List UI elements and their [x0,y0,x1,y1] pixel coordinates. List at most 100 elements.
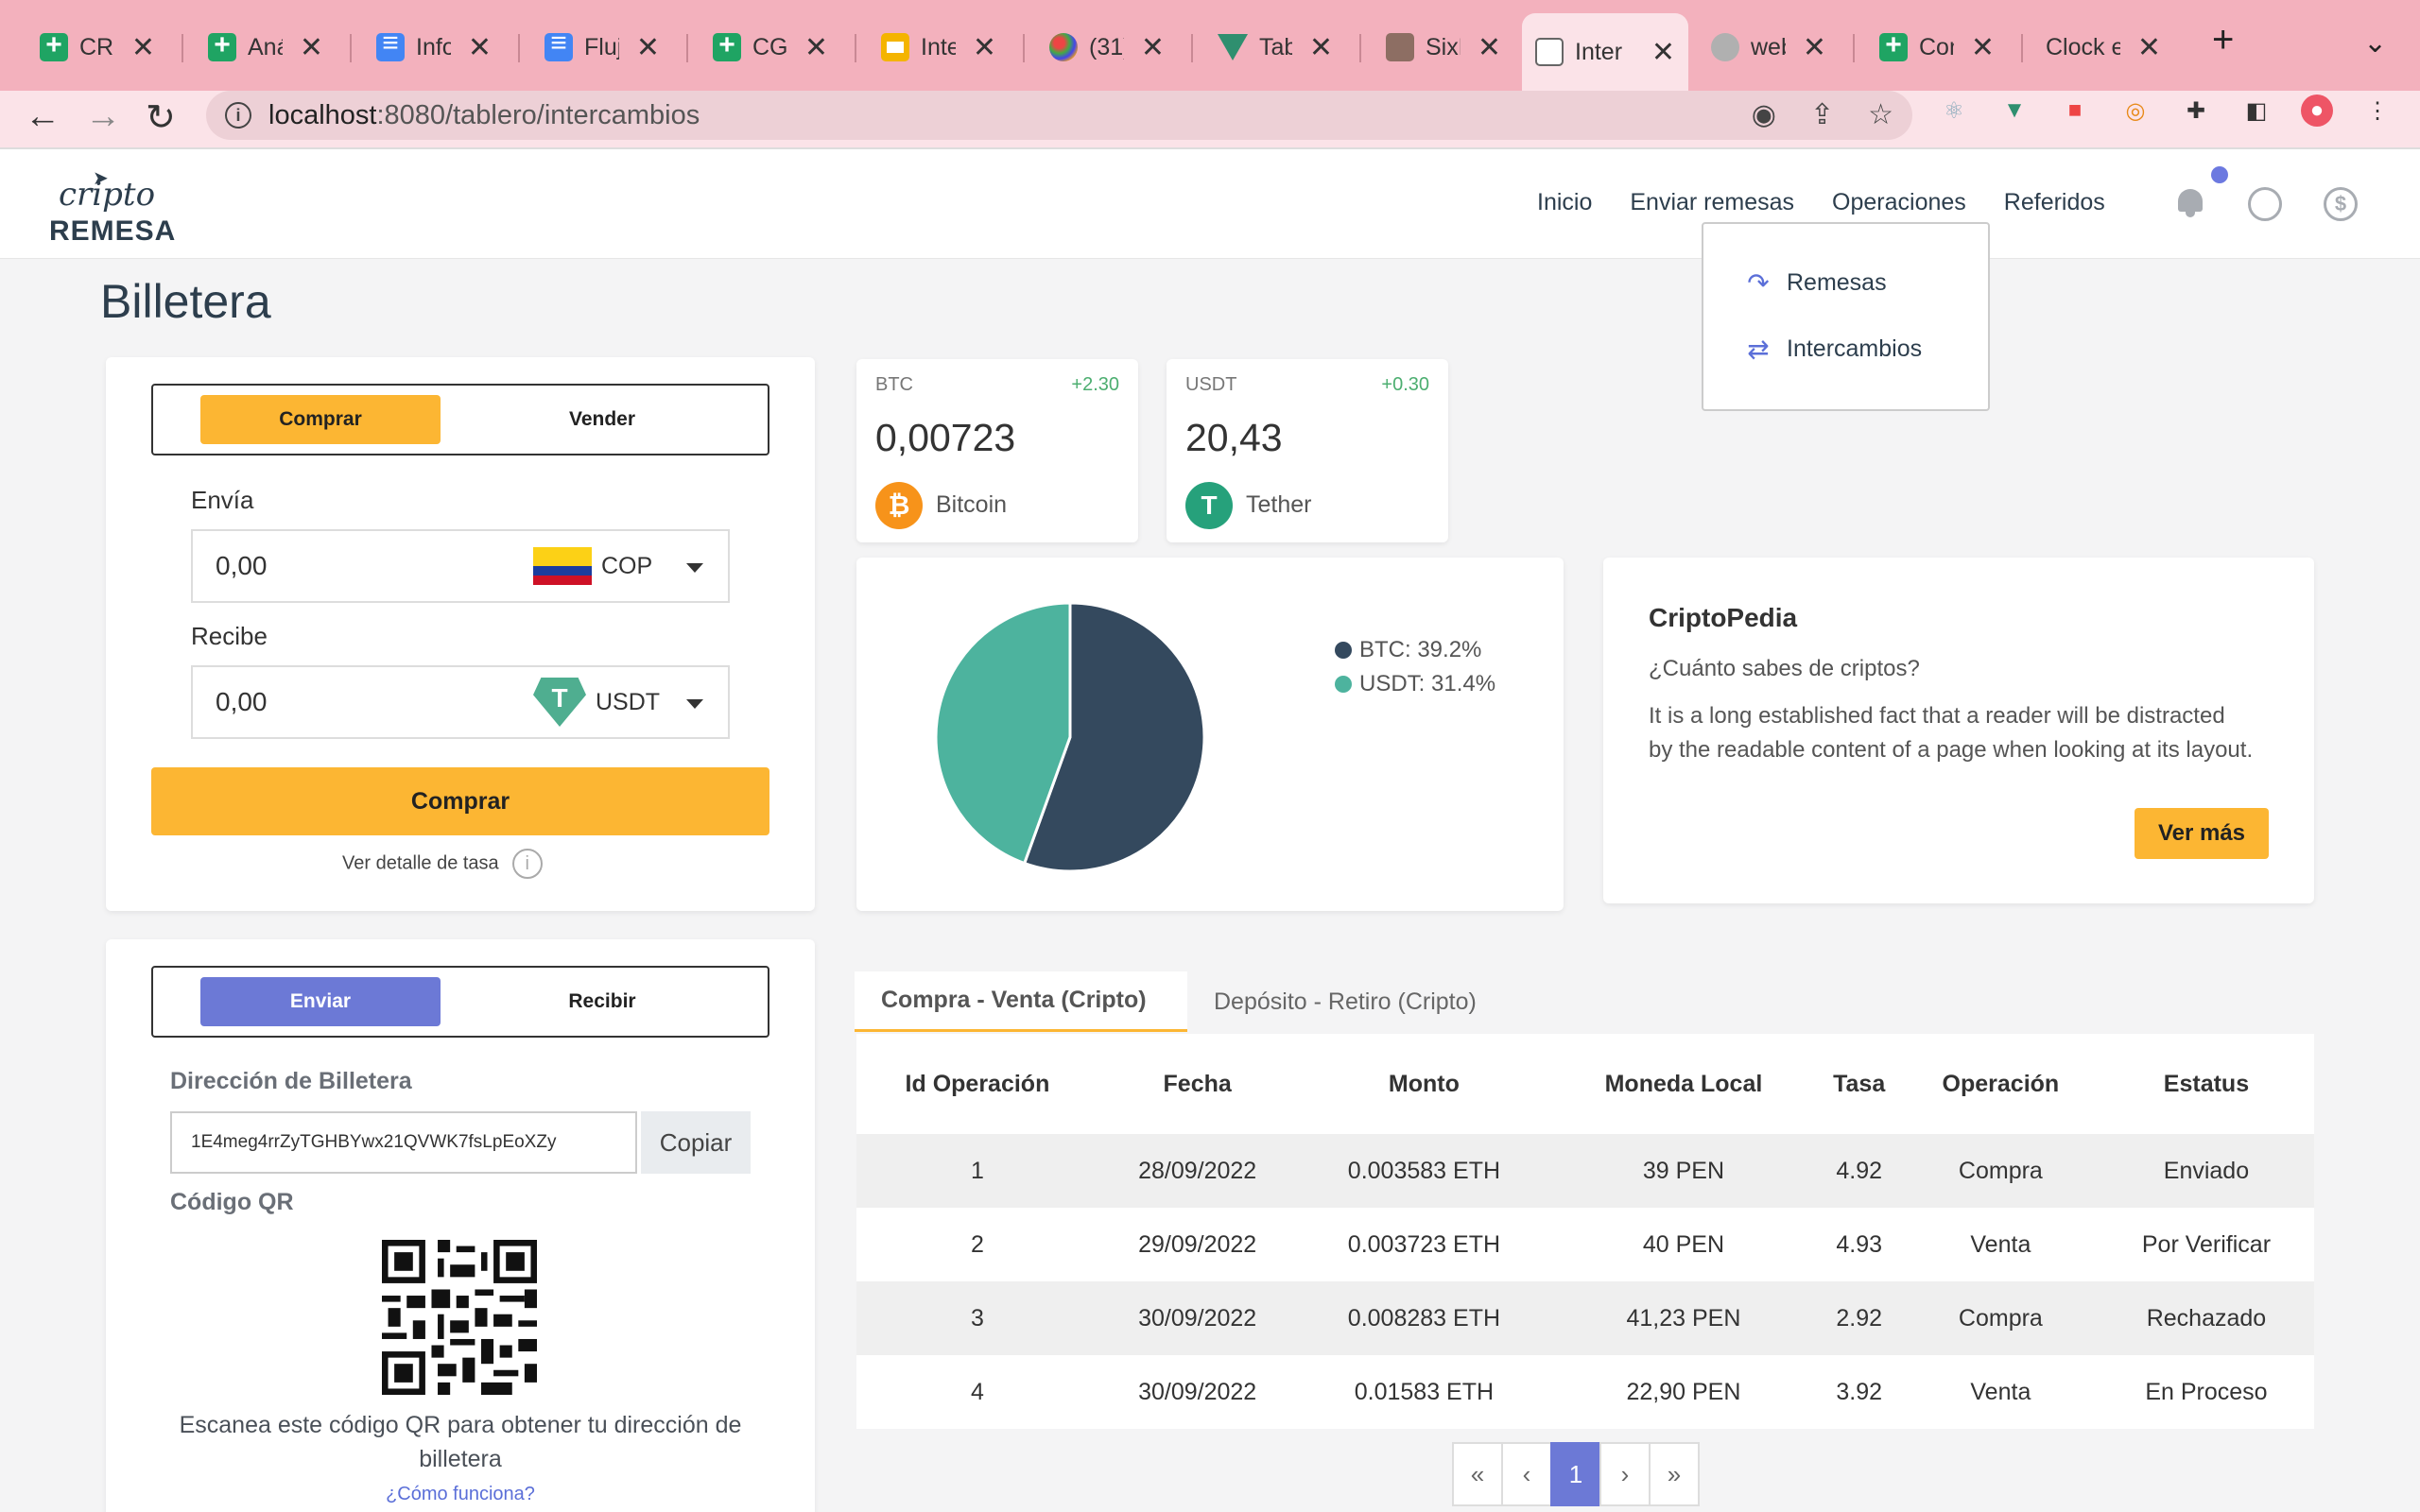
eye-icon[interactable]: ◉ [1752,98,1776,131]
close-icon[interactable]: ✕ [2137,31,2161,64]
browser-tab[interactable]: Flujo ✕ [531,19,673,76]
copy-button[interactable]: Copiar [641,1111,751,1174]
cell-operation: Compra [1902,1134,2099,1208]
browser-tab[interactable]: Inter ✕ [868,19,1010,76]
column-header[interactable]: Operación [1903,1034,2099,1134]
send-currency-select[interactable]: COP [505,529,730,603]
browser-tab[interactable]: Con ✕ [1866,19,2008,76]
close-icon[interactable]: ✕ [131,31,155,64]
back-arrow-icon[interactable]: ← [25,96,60,137]
browser-tab[interactable]: CR-! ✕ [26,19,168,76]
address-bar[interactable]: i localhost:8080/tablero/intercambios ◉ … [206,91,1912,140]
receive-amount-input[interactable]: 0,00 [191,665,507,739]
dropdown-item-intercambios[interactable]: ⇄ Intercambios [1743,334,1922,365]
close-icon[interactable]: ✕ [1971,31,1995,64]
receive-currency-select[interactable]: T USDT [505,665,730,739]
column-header[interactable]: Id Operación [856,1034,1098,1134]
nav-referidos[interactable]: Referidos [2004,189,2105,216]
forward-arrow-icon[interactable]: → [85,96,121,137]
new-tab-plus-icon[interactable]: + [2212,19,2234,61]
share-icon[interactable]: ⇪ [1810,98,1834,131]
site-info-icon[interactable]: i [225,102,251,129]
column-header[interactable]: Tasa [1816,1034,1903,1134]
close-icon[interactable]: ✕ [468,31,492,64]
wallet-address-field[interactable]: 1E4meg4rrZyTGHBYwx21QVWK7fsLpEoXZy [170,1111,637,1174]
close-icon[interactable]: ✕ [1309,31,1333,64]
rate-detail-link[interactable]: Ver detalle de tasa [342,852,499,873]
next-page-button[interactable]: › [1599,1442,1651,1506]
send-tab[interactable]: Enviar [200,977,441,1026]
close-icon[interactable]: ✕ [1141,31,1165,64]
side-panel-icon[interactable]: ◧ [2240,94,2273,127]
buy-submit-button[interactable]: Comprar [151,767,769,835]
criptoremesa-logo[interactable]: ➤ cripto REMESA [49,161,175,255]
profile-avatar[interactable]: ● [2301,94,2333,127]
nav-inicio[interactable]: Inicio [1537,189,1592,216]
dropdown-item-remesas[interactable]: ↷ Remesas [1743,267,1886,299]
buy-tab[interactable]: Comprar [200,395,441,444]
dollar-icon[interactable]: $ [2324,187,2358,221]
close-icon[interactable]: ✕ [973,31,996,64]
column-header[interactable]: Estatus [2099,1034,2314,1134]
bell-icon[interactable] [2176,185,2204,217]
close-icon[interactable]: ✕ [1478,31,1501,64]
browser-tab[interactable]: web ✕ [1698,19,1840,76]
more-vert-icon[interactable]: ⋮ [2361,94,2394,127]
cell-local-currency: 39 PEN [1551,1134,1816,1208]
browser-tab[interactable]: Anál ✕ [195,19,337,76]
close-icon[interactable]: ✕ [1803,31,1826,64]
table-row[interactable]: 2 29/09/2022 0.003723 ETH 40 PEN 4.93 Ve… [856,1208,2314,1281]
cell-id: 1 [856,1134,1098,1208]
page-1-button[interactable]: 1 [1550,1442,1601,1506]
browser-tab[interactable]: SixM ✕ [1373,19,1514,76]
close-icon[interactable]: ✕ [636,31,660,64]
receive-tab[interactable]: Recibir [482,977,722,1026]
last-page-button[interactable]: » [1649,1442,1700,1506]
how-it-works-link[interactable]: ¿Cómo funciona? [161,1484,760,1505]
first-page-button[interactable]: « [1452,1442,1503,1506]
column-header[interactable]: Monto [1296,1034,1551,1134]
star-icon[interactable]: ☆ [1868,98,1893,131]
circle-extension-icon[interactable]: ◎ [2119,94,2152,127]
criptopedia-body: It is a long established fact that a rea… [1649,703,2254,763]
close-icon[interactable]: ✕ [1651,36,1675,69]
table-row[interactable]: 4 30/09/2022 0.01583 ETH 22,90 PEN 3.92 … [856,1355,2314,1429]
browser-tab[interactable]: Tabl ✕ [1204,19,1346,76]
send-amount-input[interactable]: 0,00 [191,529,507,603]
column-header[interactable]: Fecha [1098,1034,1297,1134]
sell-tab[interactable]: Vender [482,395,722,444]
table-row[interactable]: 1 28/09/2022 0.003583 ETH 39 PEN 4.92 Co… [856,1134,2314,1208]
nav-enviar-remesas[interactable]: Enviar remesas [1630,189,1794,216]
lock-extension-icon[interactable]: ■ [2059,94,2091,127]
browser-tab[interactable]: (31) ✕ [1036,19,1178,76]
ver-mas-button[interactable]: Ver más [2135,808,2269,859]
browser-tab[interactable]: Infor ✕ [363,19,505,76]
user-icon[interactable] [2248,187,2282,221]
slides-icon [881,33,909,61]
notification-dot [2211,166,2228,183]
tab-compra-venta[interactable]: Compra - Venta (Cripto) [855,971,1187,1032]
browser-tab[interactable]: CG-! ✕ [700,19,841,76]
prev-page-button[interactable]: ‹ [1501,1442,1552,1506]
close-icon[interactable]: ✕ [300,31,323,64]
rate-detail[interactable]: Ver detalle de tasa i [342,849,543,879]
table-row[interactable]: 3 30/09/2022 0.008283 ETH 41,23 PEN 2.92… [856,1281,2314,1355]
react-devtools-icon[interactable]: ⚛ [1938,94,1970,127]
column-header[interactable]: Moneda Local [1551,1034,1815,1134]
info-icon[interactable]: i [511,849,543,879]
browser-tab-active[interactable]: Inter ✕ [1522,13,1688,91]
tab-deposito-retiro[interactable]: Depósito - Retiro (Cripto) [1187,971,1503,1032]
chevron-down-icon[interactable]: ⌄ [2363,26,2387,60]
browser-tab[interactable]: Clock er ✕ [2032,19,2174,76]
close-icon[interactable]: ✕ [804,31,828,64]
vue-devtools-icon[interactable]: ▼ [1998,94,2031,127]
usdt-balance-card[interactable]: USDT +0.30 20,43 T Tether [1167,359,1448,542]
sheets-icon [713,29,741,61]
wallet-qr-code [382,1240,537,1395]
reload-icon[interactable]: ↻ [146,96,176,139]
url-text[interactable]: localhost:8080/tablero/intercambios [268,100,700,131]
extensions-puzzle-icon[interactable]: ✚ [2180,94,2212,127]
tab-title: Anál [248,33,283,60]
btc-balance-card[interactable]: BTC +2.30 0,00723 ₿ Bitcoin [856,359,1138,542]
nav-operaciones[interactable]: Operaciones [1832,189,1966,216]
